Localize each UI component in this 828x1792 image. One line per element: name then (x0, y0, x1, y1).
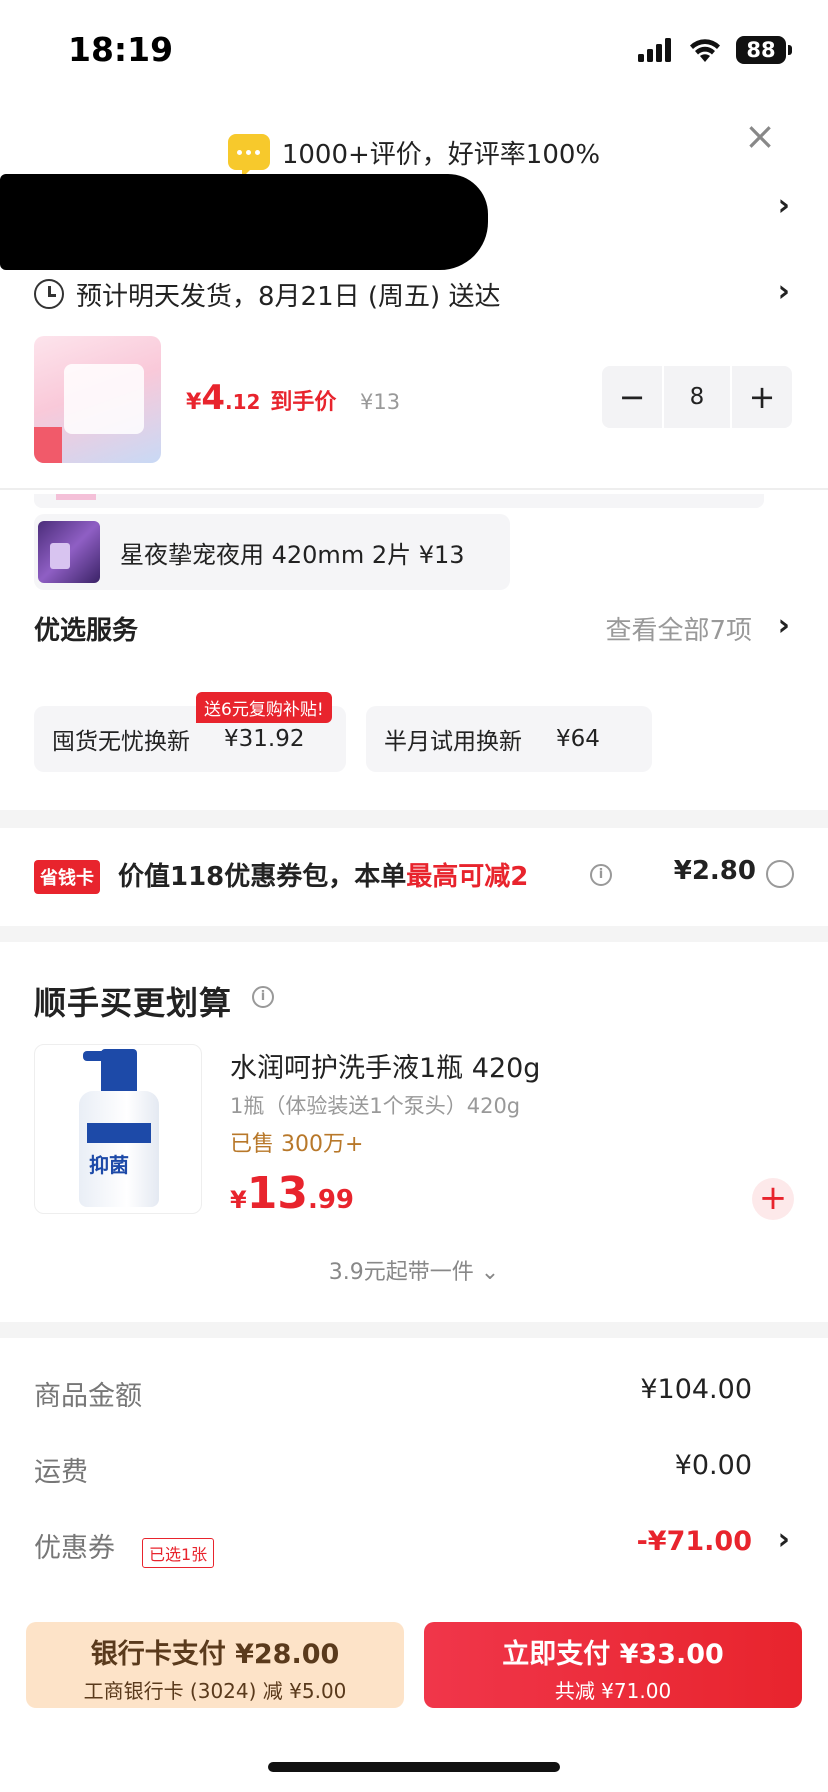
decrease-button[interactable]: − (602, 366, 662, 428)
add-to-order-button[interactable]: + (752, 1178, 794, 1220)
redacted-address (0, 174, 488, 270)
services-chevron-icon[interactable]: › (778, 608, 790, 643)
divider (0, 488, 828, 490)
services-view-all[interactable]: 查看全部7项 (605, 610, 752, 647)
coupon-pack-radio[interactable] (766, 860, 794, 888)
status-time: 18:19 (68, 30, 174, 69)
product-image[interactable] (34, 336, 161, 463)
services-title: 优选服务 (34, 616, 139, 646)
wifi-icon (690, 39, 720, 62)
collapsed-row-tag (56, 494, 96, 500)
items-amount-label: 商品金额 (34, 1381, 142, 1412)
checkout-page: 18:19 88 1000+评价，好评率100% × › 预计明天发货，8月21… (0, 0, 828, 1792)
chevron-down-icon: ⌄ (480, 1260, 500, 1285)
cross-sell-title: 顺手买更划算 (34, 984, 233, 1022)
coupon-value[interactable]: -¥71.00 (637, 1526, 752, 1557)
close-icon[interactable]: × (740, 116, 780, 156)
bank-card-pay-button[interactable]: 银行卡支付 ¥28.00 工商银行卡 (3024) 减 ¥5.00 (26, 1622, 404, 1708)
address-chevron-icon[interactable]: › (778, 188, 790, 223)
coupon-pack-text: 价值118优惠券包，本单最高可减2 (118, 862, 529, 892)
cross-sell-name[interactable]: 水润呵护洗手液1瓶 420g (230, 1046, 540, 1085)
review-text: 1000+评价，好评率100% (281, 139, 601, 170)
product-row: ¥ 4 .12 到手价 ¥13 − 8 + (34, 336, 792, 466)
price-label: 到手价 (270, 390, 337, 415)
cross-sell-sold: 已售 300万+ (230, 1132, 364, 1157)
order-top-card: 1000+评价，好评率100% × › 预计明天发货，8月21日 (周五) 送达… (0, 96, 828, 810)
home-indicator (268, 1762, 560, 1772)
collapsed-row (34, 494, 764, 508)
service-name: 半月试用换新 (384, 729, 522, 755)
clock-icon (34, 279, 64, 309)
coupon-selected-tag: 已选1张 (142, 1538, 215, 1568)
status-icons: 88 (638, 36, 792, 64)
cross-sell-spec: 1瓶（体验装送1个泵头）420g (230, 1094, 521, 1118)
status-bar: 18:19 88 (0, 0, 828, 96)
pay-now-button[interactable]: 立即支付 ¥33.00 共减 ¥71.00 (424, 1622, 802, 1708)
coupon-chevron-icon[interactable]: › (778, 1522, 790, 1557)
items-amount-value: ¥104.00 (640, 1374, 752, 1405)
cellular-signal-icon (638, 38, 671, 62)
service-badge: 送6元复购补贴! (196, 692, 332, 723)
service-name: 囤货无忧换新 (52, 729, 190, 755)
gift-text: 星夜挚宠夜用 420mm 2片 ¥13 (120, 540, 465, 569)
chat-bubble-icon (227, 134, 270, 178)
quantity-stepper: − 8 + (602, 366, 792, 428)
bottle-label-text: 抑菌 (89, 1153, 129, 1177)
shipping-label: 运费 (34, 1457, 88, 1488)
info-icon[interactable]: i (590, 864, 612, 886)
product-price: ¥ 4 .12 到手价 (186, 378, 337, 418)
cross-sell-image[interactable]: 抑菌 (34, 1044, 202, 1214)
gift-item[interactable]: 星夜挚宠夜用 420mm 2片 ¥13 (34, 514, 510, 590)
coupon-pack-amount: ¥2.80 (673, 856, 756, 886)
original-price: ¥13 (360, 390, 401, 414)
service-price: ¥64 (556, 726, 600, 752)
delivery-row[interactable]: 预计明天发货，8月21日 (周五) 送达 (34, 272, 798, 316)
coupon-pack-card[interactable]: 省钱卡 价值118优惠券包，本单最高可减2 i ¥2.80 (0, 828, 828, 926)
increase-button[interactable]: + (732, 366, 792, 428)
review-banner[interactable]: 1000+评价，好评率100% (0, 124, 828, 180)
gift-image (38, 521, 100, 583)
more-items-link[interactable]: 3.9元起带一件 ⌄ (0, 1254, 828, 1286)
saving-card-badge: 省钱卡 (34, 860, 100, 894)
info-icon[interactable]: i (252, 986, 274, 1008)
delivery-chevron-icon[interactable]: › (778, 274, 790, 309)
price-summary-card: 商品金额 ¥104.00 运费 ¥0.00 优惠券 已选1张 -¥71.00 › (0, 1338, 828, 1608)
shipping-value: ¥0.00 (674, 1450, 752, 1481)
cross-sell-price: ¥ 13 .99 (230, 1168, 354, 1219)
delivery-text: 预计明天发货，8月21日 (周五) 送达 (76, 281, 501, 312)
coupon-label: 优惠券 (34, 1533, 115, 1564)
service-chip-trial[interactable]: 半月试用换新 ¥64 (366, 706, 652, 772)
cross-sell-card: 顺手买更划算 i 抑菌 水润呵护洗手液1瓶 420g 1瓶（体验装送1个泵头）4… (0, 942, 828, 1322)
battery-icon: 88 (736, 36, 792, 64)
quantity-value[interactable]: 8 (664, 366, 730, 428)
service-price: ¥31.92 (224, 726, 305, 752)
